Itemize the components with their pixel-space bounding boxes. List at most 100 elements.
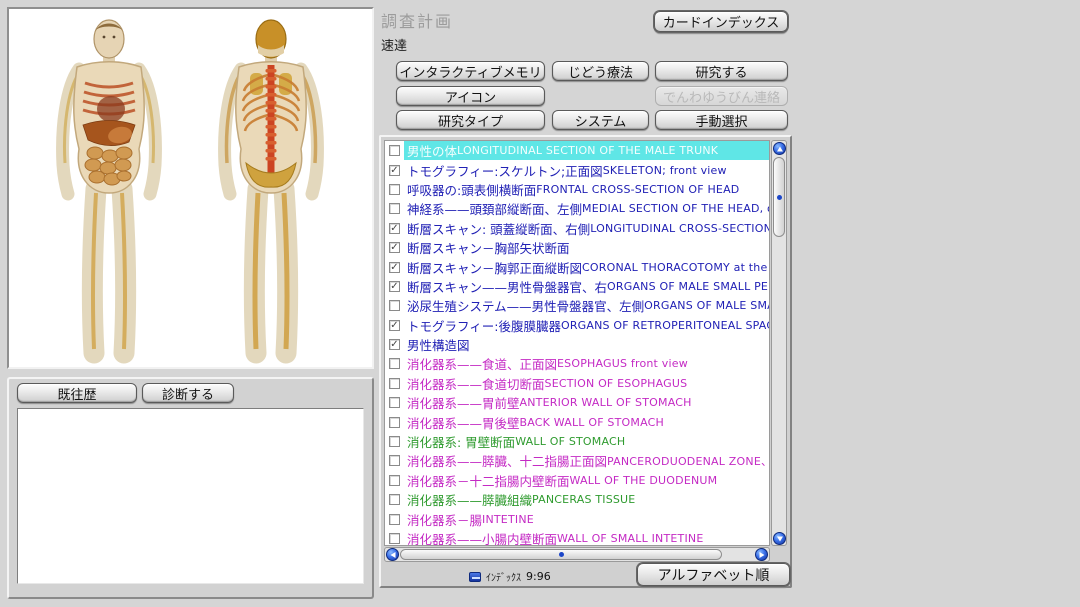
patient-panel: 既往歴 診断する xyxy=(7,377,374,599)
item-label-jp: 神経系——頭頚部縦断面、左側 xyxy=(407,199,582,218)
item-label-en: BACK WALL OF STOMACH xyxy=(520,416,664,429)
item-checkbox[interactable] xyxy=(389,417,400,428)
express-label: 速達 xyxy=(381,35,407,54)
item-label-jp: 消化器系——食道、正面図 xyxy=(407,354,557,373)
list-item[interactable]: ✓ 断層スキャン－胸部矢状断面 xyxy=(385,238,769,257)
item-checkbox[interactable] xyxy=(389,378,400,389)
item-label-jp: 断層スキャン——男性骨盤器官、右 xyxy=(407,277,607,296)
notes-textarea[interactable] xyxy=(17,408,364,584)
scroll-left-button[interactable] xyxy=(386,548,399,561)
item-checkbox[interactable]: ✓ xyxy=(389,281,400,292)
item-label-en: CORONAL THORACOTOMY at the level of as xyxy=(582,261,769,274)
item-text: 断層スキャン——男性骨盤器官、右ORGANS OF MALE SMALL PEL… xyxy=(404,277,769,296)
item-checkbox[interactable] xyxy=(389,358,400,369)
item-label-jp: 断層スキャン: 頭蓋縦断面、右側 xyxy=(407,219,590,238)
list-item[interactable]: 神経系——頭頚部縦断面、左側 MEDIAL SECTION OF THE HEA… xyxy=(385,199,769,218)
research-button[interactable]: 研究する xyxy=(655,61,788,81)
horizontal-scrollbar[interactable] xyxy=(384,547,770,562)
list-item[interactable]: ✓ トモグラフィー:スケルトン;正面図 SKELETON; front view xyxy=(385,160,769,179)
item-checkbox[interactable] xyxy=(389,475,400,486)
item-label-jp: 消化器系——小腸内壁断面 xyxy=(407,529,557,546)
item-checkbox[interactable]: ✓ xyxy=(389,165,400,176)
list-item[interactable]: 消化器系——食道、正面図ESOPHAGUS front view xyxy=(385,354,769,373)
item-label-en: FRONTAL CROSS-SECTION OF HEAD xyxy=(536,183,739,196)
item-text: 断層スキャン－胸郭正面縦断図CORONAL THORACOTOMY at the… xyxy=(404,257,769,276)
item-checkbox[interactable] xyxy=(389,184,400,195)
item-checkbox[interactable] xyxy=(389,397,400,408)
list-item[interactable]: ✓ 男性構造図 xyxy=(385,335,769,354)
item-checkbox[interactable] xyxy=(389,533,400,544)
counter-label: ｲﾝﾃﾞｯｸｽ xyxy=(486,569,521,584)
item-checkbox[interactable]: ✓ xyxy=(389,339,400,350)
list-item[interactable]: ✓ トモグラフィー:後腹膜臓器 ORGANS OF RETROPERITONEA… xyxy=(385,316,769,335)
list-item[interactable]: 男性の体LONGITUDINAL SECTION OF THE MALE TRU… xyxy=(385,141,769,160)
item-text: 男性の体LONGITUDINAL SECTION OF THE MALE TRU… xyxy=(404,141,769,160)
item-checkbox[interactable] xyxy=(389,436,400,447)
auto-therapy-button[interactable]: じどう療法 xyxy=(552,61,649,81)
scroll-right-button[interactable] xyxy=(755,548,768,561)
list-item[interactable]: 消化器系——食道切断面SECTION OF ESOPHAGUS xyxy=(385,374,769,393)
item-label-en: SECTION OF ESOPHAGUS xyxy=(545,377,688,390)
item-checkbox[interactable]: ✓ xyxy=(389,320,400,331)
manual-select-button[interactable]: 手動選択 xyxy=(655,110,788,130)
item-text: 神経系——頭頚部縦断面、左側 MEDIAL SECTION OF THE HEA… xyxy=(404,199,769,218)
page-title: 調査計画 xyxy=(381,8,453,32)
item-checkbox[interactable]: ✓ xyxy=(389,242,400,253)
item-checkbox[interactable]: ✓ xyxy=(389,223,400,234)
diagnose-button[interactable]: 診断する xyxy=(142,383,234,403)
item-text: トモグラフィー:後腹膜臓器 ORGANS OF RETROPERITONEAL … xyxy=(404,316,769,335)
item-checkbox[interactable] xyxy=(389,203,400,214)
item-label-en: LONGITUDINAL CROSS-SECTION OF HEA xyxy=(590,222,769,235)
list-item[interactable]: ✓ 断層スキャン: 頭蓋縦断面、右側LONGITUDINAL CROSS-SEC… xyxy=(385,219,769,238)
item-label-jp: 男性構造図 xyxy=(407,335,470,354)
history-button[interactable]: 既往歴 xyxy=(17,383,137,403)
vertical-scrollbar[interactable] xyxy=(771,140,787,546)
research-type-button[interactable]: 研究タイプ xyxy=(396,110,545,130)
list-item[interactable]: 消化器系——膵臓組織PANCERAS TISSUE xyxy=(385,490,769,509)
list-item[interactable]: 消化器系－腸INTETINE xyxy=(385,509,769,528)
item-label-en: ESOPHAGUS front view xyxy=(557,357,688,370)
item-label-en: PANCERAS TISSUE xyxy=(532,493,635,506)
item-label-en: PANCERODUODENAL ZONE、front view xyxy=(607,453,769,469)
list-item[interactable]: 泌尿生殖システム——男性骨盤器官、左側 ORGANS OF MALE SMALL… xyxy=(385,296,769,315)
list-item[interactable]: 消化器系——小腸内壁断面WALL OF SMALL INTETINE xyxy=(385,529,769,546)
interactive-memory-button[interactable]: インタラクティブメモリ xyxy=(396,61,545,81)
study-list: 男性の体LONGITUDINAL SECTION OF THE MALE TRU… xyxy=(384,140,770,546)
item-text: 消化器系——食道、正面図ESOPHAGUS front view xyxy=(404,354,769,373)
item-checkbox[interactable] xyxy=(389,300,400,311)
item-label-en: ORGANS OF RETROPERITONEAL SPACE xyxy=(561,319,769,332)
item-checkbox[interactable] xyxy=(389,145,400,156)
item-checkbox[interactable] xyxy=(389,455,400,466)
anatomy-image-panel[interactable] xyxy=(7,7,374,369)
application-window: 既往歴 診断する 調査計画 速達 カードインデックス インタラクティブメモリ じ… xyxy=(0,0,1080,607)
item-text: 消化器系——小腸内壁断面WALL OF SMALL INTETINE xyxy=(404,529,769,546)
alphabet-order-button[interactable]: アルファベット順 xyxy=(637,563,790,586)
item-label-jp: 泌尿生殖システム——男性骨盤器官、左側 xyxy=(407,296,644,315)
arrow-up-icon xyxy=(777,146,783,151)
scroll-down-button[interactable] xyxy=(773,532,786,545)
item-label-jp: 消化器系——膵臓組織 xyxy=(407,490,532,509)
item-text: 消化器系——膵臓、十二指腸正面図PANCERODUODENAL ZONE、fro… xyxy=(404,451,769,470)
vertical-scroll-thumb[interactable] xyxy=(773,157,785,237)
list-item[interactable]: 消化器系——胃後壁BACK WALL OF STOMACH xyxy=(385,412,769,431)
system-button[interactable]: システム xyxy=(552,110,649,130)
item-label-en: INTETINE xyxy=(482,513,534,526)
icon-button[interactable]: アイコン xyxy=(396,86,545,106)
list-item[interactable]: ✓ 断層スキャン－胸郭正面縦断図CORONAL THORACOTOMY at t… xyxy=(385,257,769,276)
scroll-up-button[interactable] xyxy=(773,142,786,155)
card-index-button[interactable]: カードインデックス xyxy=(654,11,788,32)
item-checkbox[interactable]: ✓ xyxy=(389,262,400,273)
item-label-en: MEDIAL SECTION OF THE HEAD, on the xyxy=(582,202,769,215)
item-label-en: WALL OF SMALL INTETINE xyxy=(557,532,703,545)
list-item[interactable]: ✓ 断層スキャン——男性骨盤器官、右ORGANS OF MALE SMALL P… xyxy=(385,277,769,296)
list-item[interactable]: 消化器系——胃前壁ANTERIOR WALL OF STOMACH xyxy=(385,393,769,412)
item-label-jp: 消化器系: 胃壁断面 xyxy=(407,432,515,451)
list-item[interactable]: 呼吸器の:頭表側横断面 FRONTAL CROSS-SECTION OF HEA… xyxy=(385,180,769,199)
list-item[interactable]: 消化器系: 胃壁断面WALL OF STOMACH xyxy=(385,432,769,451)
list-item[interactable]: 消化器系——膵臓、十二指腸正面図PANCERODUODENAL ZONE、fro… xyxy=(385,451,769,470)
item-checkbox[interactable] xyxy=(389,514,400,525)
horizontal-scroll-thumb[interactable] xyxy=(400,549,722,560)
item-checkbox[interactable] xyxy=(389,494,400,505)
item-text: 消化器系－十二指腸内壁断面WALL OF THE DUODENUM xyxy=(404,471,769,490)
list-item[interactable]: 消化器系－十二指腸内壁断面WALL OF THE DUODENUM xyxy=(385,471,769,490)
